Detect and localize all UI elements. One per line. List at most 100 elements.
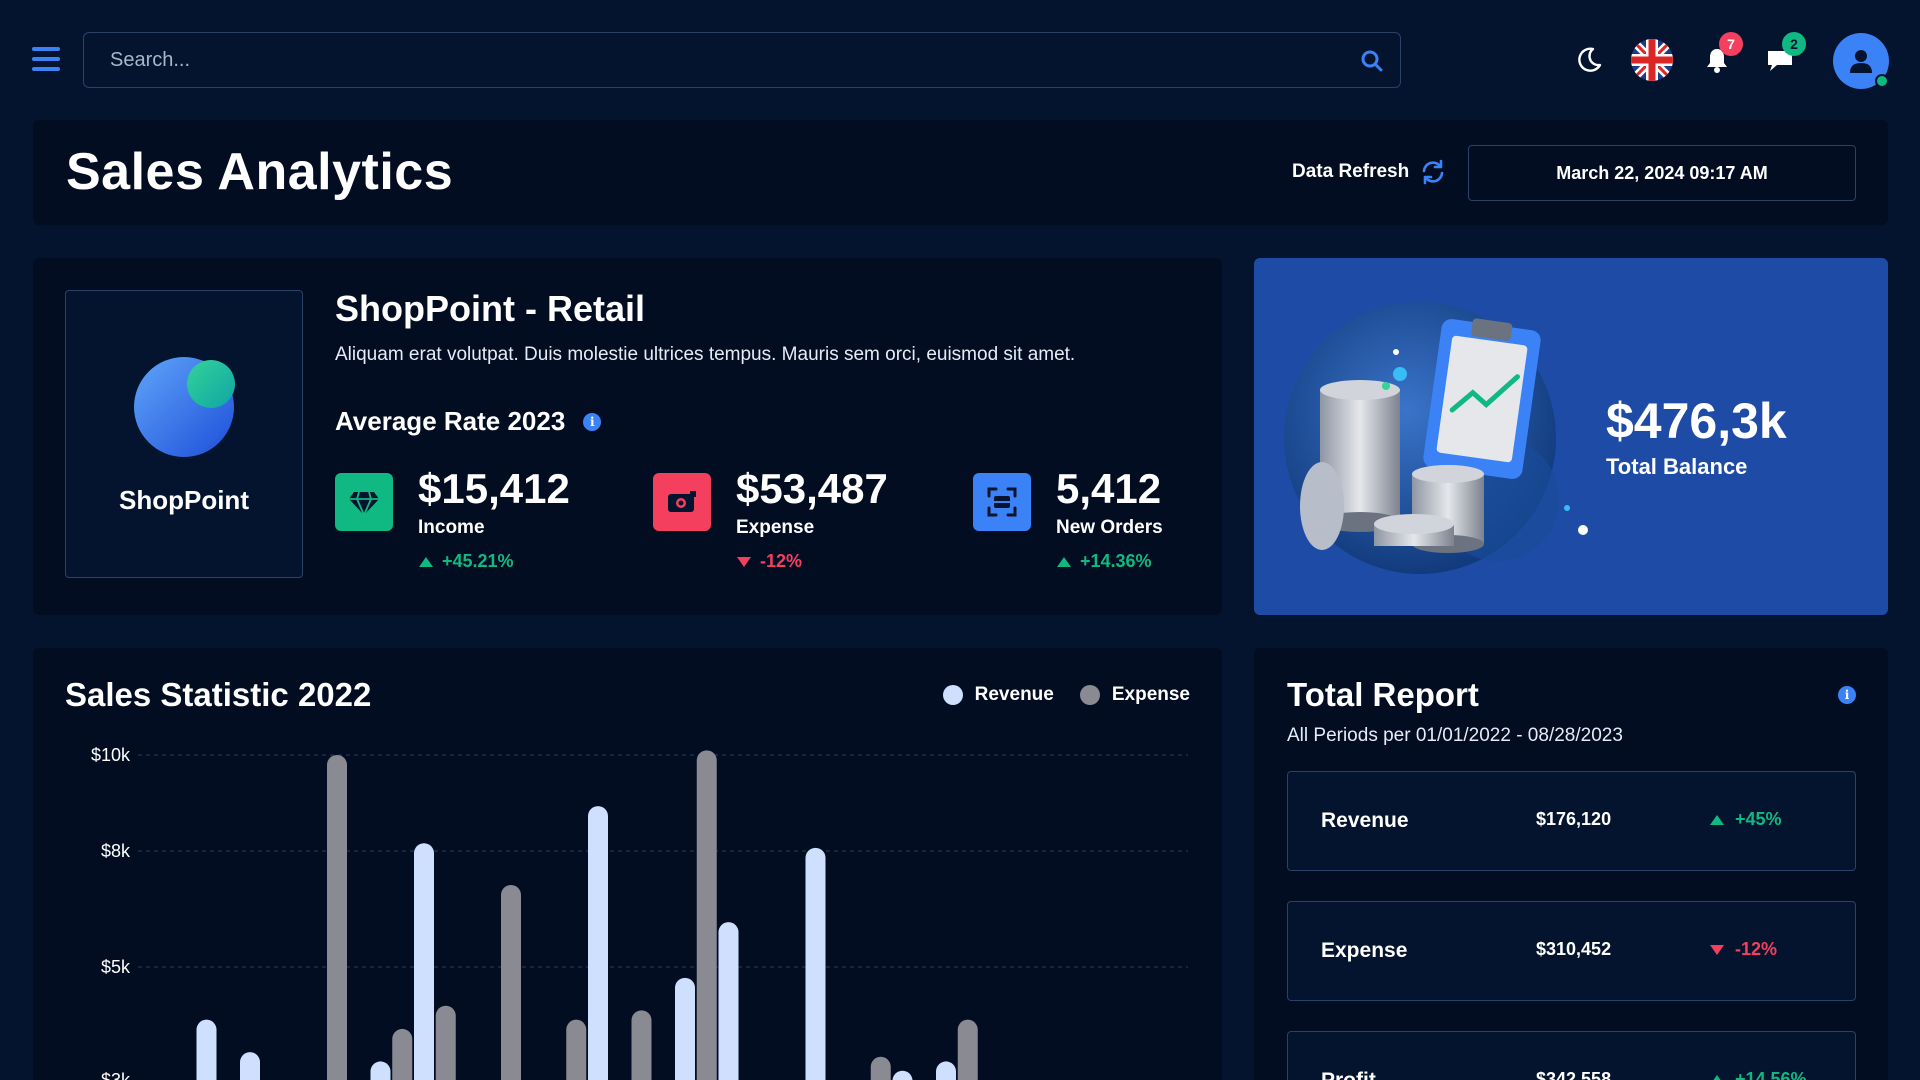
income-label: Income <box>418 517 485 538</box>
report-row-value: $176,120 <box>1536 809 1612 829</box>
shop-title: ShopPoint - Retail <box>335 288 645 329</box>
shop-overview-card: ShopPoint ShopPoint - Retail Aliquam era… <box>33 258 1222 615</box>
y-tick-label: $10k <box>91 745 131 765</box>
report-row-expense[interactable]: Expense $310,452 -12% <box>1287 901 1856 1001</box>
page-header: Sales Analytics Data Refresh March 22, 2… <box>33 120 1888 225</box>
new-orders-change: +14.36% <box>1056 551 1152 572</box>
expense-bar[interactable] <box>435 1005 456 1080</box>
expense-value: $53,487 <box>736 465 888 512</box>
new-orders-value: 5,412 <box>1056 465 1162 512</box>
income-change: +45.21% <box>418 551 514 572</box>
expense-bar[interactable] <box>501 885 521 1080</box>
revenue-bar[interactable] <box>588 806 608 1080</box>
logo-name: ShopPoint <box>119 485 249 515</box>
shop-description: Aliquam erat volutpat. Duis molestie ult… <box>335 344 1076 365</box>
dark-mode-toggle[interactable] <box>1567 38 1611 82</box>
average-rate-title: Average Rate 2023 <box>335 406 566 436</box>
revenue-bar[interactable] <box>414 843 434 1080</box>
revenue-bar[interactable] <box>240 1052 260 1080</box>
report-period: All Periods per 01/01/2022 - 08/28/2023 <box>1287 725 1623 746</box>
expense-bar[interactable] <box>566 1019 587 1080</box>
average-rate-heading: Average Rate 2023 i <box>335 406 602 437</box>
scan-icon <box>973 473 1031 531</box>
expense-bar[interactable] <box>870 1056 891 1080</box>
info-icon[interactable]: i <box>583 412 602 431</box>
shop-logo-box: ShopPoint <box>65 290 303 578</box>
report-row-change-value: -12% <box>1735 939 1778 959</box>
report-row-value: $342,558 <box>1536 1069 1612 1080</box>
search-icon[interactable] <box>1360 49 1384 73</box>
revenue-bar[interactable] <box>718 922 739 1080</box>
notification-count: 7 <box>1727 36 1735 52</box>
expense-bar[interactable] <box>327 755 347 1080</box>
revenue-bar[interactable] <box>675 977 695 1080</box>
sales-statistic-card: Sales Statistic 2022 Revenue Expense $10… <box>33 648 1222 1080</box>
revenue-bar[interactable] <box>892 1070 913 1080</box>
report-row-profit[interactable]: Profit $342,558 +14.56% <box>1287 1031 1856 1080</box>
trend-down-icon <box>1710 944 1724 955</box>
moon-icon <box>1578 47 1602 72</box>
trend-down-icon <box>737 556 751 567</box>
message-badge: 2 <box>1782 32 1806 56</box>
new-orders-change-value: +14.36% <box>1080 551 1152 571</box>
total-balance-card: $476,3k Total Balance <box>1254 258 1888 615</box>
report-row-label: Profit <box>1321 1069 1376 1080</box>
trend-up-icon <box>1710 814 1724 825</box>
report-row-label: Revenue <box>1321 809 1409 832</box>
expense-bar[interactable] <box>696 750 717 1080</box>
report-title: Total Report <box>1287 676 1479 713</box>
report-row-revenue[interactable]: Revenue $176,120 +45% <box>1287 771 1856 871</box>
date-time-display[interactable]: March 22, 2024 09:17 AM <box>1468 145 1856 201</box>
trend-up-icon <box>1713 1074 1721 1080</box>
online-status-dot <box>1875 74 1889 88</box>
new-orders-label: New Orders <box>1056 517 1163 538</box>
report-row-value: $310,452 <box>1536 939 1612 959</box>
total-balance-label: Total Balance <box>1606 454 1748 479</box>
refresh-icon <box>1422 159 1444 185</box>
menu-icon[interactable] <box>32 47 60 71</box>
new-orders-stat: 5,412 New Orders +14.36% <box>973 465 1273 575</box>
coins-illustration <box>1284 302 1588 574</box>
y-tick-label: $8k <box>101 841 131 861</box>
expense-bar[interactable] <box>392 1028 413 1080</box>
income-stat: $15,412 Income +45.21% <box>335 465 635 575</box>
expense-bar[interactable] <box>957 1019 978 1080</box>
search-input[interactable] <box>84 33 1400 87</box>
notifications-button[interactable]: 7 <box>1695 32 1743 82</box>
income-value: $15,412 <box>418 465 570 512</box>
uk-flag-icon <box>1631 39 1673 81</box>
report-row-change: -12% <box>1709 939 1777 960</box>
message-count: 2 <box>1790 36 1798 52</box>
revenue-bar[interactable] <box>196 1019 217 1080</box>
expense-change: -12% <box>736 551 802 572</box>
messages-button[interactable]: 2 <box>1758 32 1806 82</box>
info-icon[interactable]: i <box>1838 686 1856 704</box>
income-change-value: +45.21% <box>442 551 514 571</box>
revenue-bar[interactable] <box>370 1061 391 1080</box>
language-selector[interactable] <box>1630 38 1674 82</box>
refresh-label: Data Refresh <box>1292 161 1410 182</box>
avatar[interactable] <box>1833 33 1889 89</box>
report-row-change-value: +45% <box>1735 809 1782 829</box>
diamond-icon <box>335 473 393 531</box>
total-balance-value: $476,3k <box>1606 393 1787 449</box>
sales-bar-chart: $10k $8k $5k $3k <box>91 745 1188 1080</box>
report-row-label: Expense <box>1321 939 1408 962</box>
revenue-bar[interactable] <box>936 1061 956 1080</box>
expense-label: Expense <box>736 517 815 538</box>
report-row-change: +45% <box>1709 809 1782 830</box>
y-tick-label: $5k <box>101 957 131 977</box>
report-row-change-value: +14.56% <box>1735 1069 1807 1080</box>
data-refresh-button[interactable]: Data Refresh <box>1292 158 1447 186</box>
revenue-bar[interactable] <box>805 847 826 1080</box>
search-box <box>83 32 1401 88</box>
user-icon <box>1850 50 1872 73</box>
expense-bar[interactable] <box>631 1010 652 1080</box>
trend-up-icon <box>419 556 433 567</box>
expense-change-value: -12% <box>760 551 803 571</box>
page-title: Sales Analytics <box>66 143 454 201</box>
expense-stat: $53,487 Expense -12% <box>653 465 953 575</box>
notification-badge: 7 <box>1719 32 1743 56</box>
top-bar: 7 2 <box>0 0 1920 120</box>
trend-up-icon <box>1057 556 1071 567</box>
